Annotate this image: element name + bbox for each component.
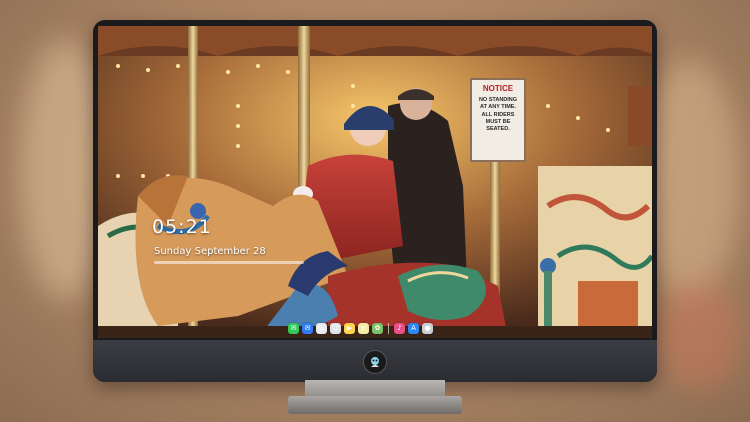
monitor-chin — [93, 340, 657, 382]
appstore-icon[interactable]: A — [408, 322, 419, 334]
monitor: NOTICE NO STANDING AT ANY TIME. ALL RIDE… — [93, 20, 657, 382]
dock: ✉ ✉ ◎ ☺ ▶ ≡ ✿ ♪ A ● — [288, 321, 433, 335]
desktop-screen: NOTICE NO STANDING AT ANY TIME. ALL RIDE… — [98, 26, 652, 338]
logo-icon — [371, 357, 379, 367]
notes-icon[interactable]: ≡ — [358, 322, 369, 334]
video-icon[interactable]: ▶ — [344, 322, 355, 334]
notice-sign: NOTICE NO STANDING AT ANY TIME. ALL RIDE… — [470, 78, 526, 162]
messages-icon[interactable]: ✉ — [288, 322, 299, 334]
notice-line: MUST BE — [485, 119, 511, 126]
mail-icon[interactable]: ✉ — [302, 322, 313, 334]
lock-screen-subtext-line — [154, 261, 304, 264]
carousel-wallpaper — [98, 26, 652, 338]
lock-screen-date: Sunday September 28 — [154, 246, 266, 257]
lock-screen-time: 05:21 — [152, 216, 212, 238]
dock-separator — [388, 322, 389, 334]
notice-line: ALL RIDERS — [481, 111, 515, 118]
finder-icon[interactable]: ☺ — [330, 322, 341, 334]
photos-icon[interactable]: ✿ — [372, 322, 383, 334]
notice-line: NO STANDING — [478, 96, 518, 103]
music-icon[interactable]: ♪ — [394, 322, 405, 334]
monitor-stand-base — [288, 396, 462, 414]
notice-line: SEATED. — [486, 126, 510, 133]
safari-icon[interactable]: ◎ — [316, 322, 327, 334]
brand-logo — [363, 350, 387, 374]
camera-icon[interactable]: ● — [422, 322, 433, 334]
background-blur — [660, 280, 740, 390]
notice-line: AT ANY TIME. — [480, 104, 516, 111]
notice-title: NOTICE — [482, 84, 514, 93]
